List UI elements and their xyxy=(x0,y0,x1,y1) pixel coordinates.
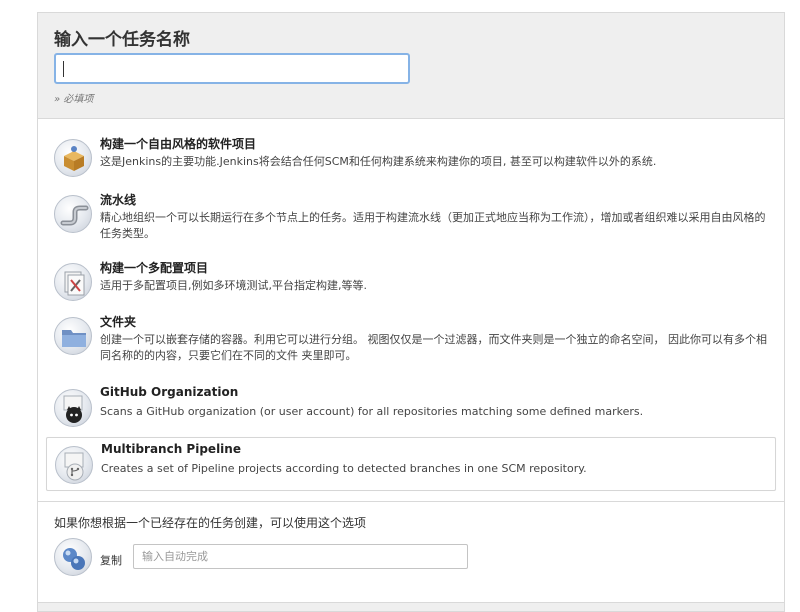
copy-from-section: 如果你想根据一个已经存在的任务创建，可以使用这个选项 复制 xyxy=(38,502,784,602)
item-type-folder[interactable]: 文件夹 创建一个可以嵌套存储的容器。利用它可以进行分组。 视图仅仅是一个过滤器，… xyxy=(46,309,776,371)
type-description: 这是Jenkins的主要功能.Jenkins将会结合任何SCM和任何构建系统来构… xyxy=(100,155,657,168)
type-description: 创建一个可以嵌套存储的容器。利用它可以进行分组。 视图仅仅是一个过滤器，而文件夹… xyxy=(100,333,767,362)
type-description: Creates a set of Pipeline projects accor… xyxy=(101,462,587,475)
item-type-list: 构建一个自由风格的软件项目 这是Jenkins的主要功能.Jenkins将会结合… xyxy=(38,119,784,502)
copy-icon xyxy=(54,538,92,576)
item-type-multi-config[interactable]: 构建一个多配置项目 适用于多配置项目,例如多环境测试,平台指定构建,等等. xyxy=(46,255,776,305)
type-description: Scans a GitHub organization (or user acc… xyxy=(100,405,644,418)
item-type-freestyle[interactable]: 构建一个自由风格的软件项目 这是Jenkins的主要功能.Jenkins将会结合… xyxy=(46,131,776,181)
type-name: 构建一个自由风格的软件项目 xyxy=(100,137,257,151)
new-item-panel: 输入一个任务名称 » 必填项 构建一个自由风格的软件项目 这是Jenkins的主… xyxy=(37,12,785,612)
type-description: 适用于多配置项目,例如多环境测试,平台指定构建,等等. xyxy=(100,279,367,292)
type-name: 构建一个多配置项目 xyxy=(100,261,209,275)
copy-from-label: 复制 xyxy=(100,554,122,567)
type-name: Multibranch Pipeline xyxy=(101,442,241,456)
item-type-github-organization[interactable]: GitHub Organization Scans a GitHub organ… xyxy=(46,381,776,433)
freestyle-box-icon xyxy=(54,139,92,177)
item-name-title: 输入一个任务名称 xyxy=(54,30,190,50)
item-type-pipeline[interactable]: 流水线 精心地组织一个可以长期运行在多个节点上的任务。适用于构建流水线（更加正式… xyxy=(46,187,776,249)
type-name: 文件夹 xyxy=(100,315,137,329)
github-icon xyxy=(54,389,92,427)
multibranch-icon xyxy=(55,446,93,484)
copy-from-hint: 如果你想根据一个已经存在的任务创建，可以使用这个选项 xyxy=(54,516,367,530)
item-type-multibranch-pipeline[interactable]: Multibranch Pipeline Creates a set of Pi… xyxy=(46,437,776,491)
bottom-bar xyxy=(38,602,784,611)
pipeline-icon xyxy=(54,195,92,233)
text-caret xyxy=(63,61,64,77)
copy-from-input[interactable] xyxy=(133,544,468,569)
required-hint: » 必填项 xyxy=(54,94,94,105)
item-name-input[interactable] xyxy=(54,53,410,84)
type-description: 精心地组织一个可以长期运行在多个节点上的任务。适用于构建流水线（更加正式地应当称… xyxy=(100,211,766,240)
folder-icon xyxy=(54,317,92,355)
type-name: GitHub Organization xyxy=(100,385,239,399)
type-name: 流水线 xyxy=(100,193,137,207)
item-name-section: 输入一个任务名称 » 必填项 xyxy=(38,13,784,119)
multi-config-icon xyxy=(54,263,92,301)
